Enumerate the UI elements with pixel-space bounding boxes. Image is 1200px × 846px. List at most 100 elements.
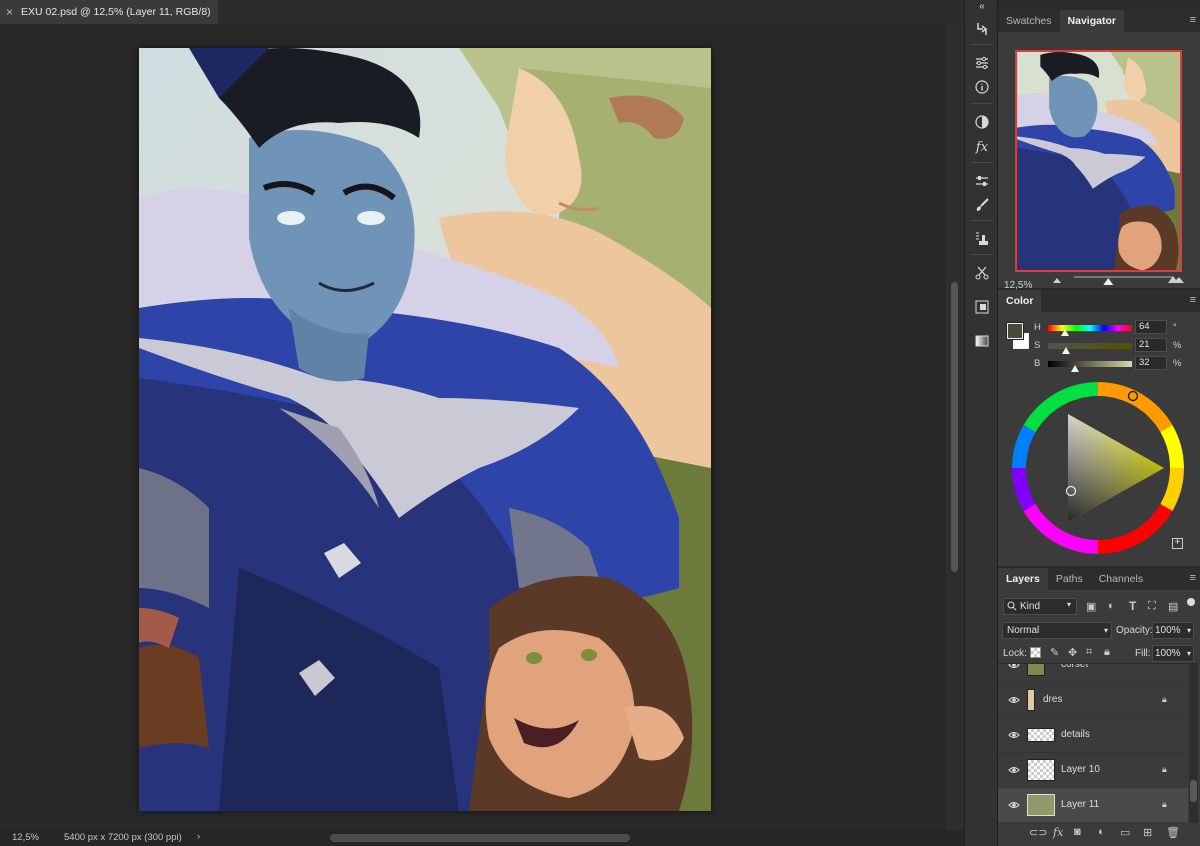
clone-source-icon[interactable] bbox=[972, 229, 992, 249]
opacity-input[interactable]: 100% ▾ bbox=[1152, 622, 1194, 639]
lock-label: Lock: bbox=[1003, 648, 1027, 659]
saturation-input[interactable]: 21 bbox=[1135, 338, 1167, 352]
hue-label: H bbox=[1034, 322, 1041, 333]
paths-icon[interactable] bbox=[972, 297, 992, 317]
foreground-color-swatch[interactable] bbox=[1006, 322, 1024, 340]
properties-icon[interactable] bbox=[972, 53, 992, 73]
tab-paths[interactable]: Paths bbox=[1048, 568, 1091, 590]
eye-icon[interactable] bbox=[1008, 694, 1020, 706]
chevron-down-icon: ▾ bbox=[1103, 626, 1108, 635]
layer-row-dres[interactable]: dres 🔒︎ bbox=[998, 682, 1188, 717]
filter-adjustment-icon[interactable]: ◐ bbox=[1108, 600, 1115, 612]
layers-list[interactable]: corset dres 🔒︎ details Layer 10 🔒︎ Layer… bbox=[998, 663, 1188, 823]
horizontal-scroll-thumb[interactable] bbox=[330, 834, 630, 842]
lock-transparent-icon[interactable] bbox=[1030, 647, 1041, 658]
navigator-menu-icon[interactable]: ≡ bbox=[1190, 14, 1196, 26]
tool-separator bbox=[971, 44, 993, 45]
layer-thumbnail bbox=[1027, 794, 1055, 816]
navigator-zoom-slider[interactable] bbox=[1050, 272, 1196, 288]
filter-smart-object-icon[interactable]: ▤ bbox=[1168, 600, 1178, 613]
saturation-marker[interactable] bbox=[1062, 347, 1070, 354]
brush-settings-icon[interactable] bbox=[972, 171, 992, 191]
saturation-label: S bbox=[1034, 340, 1041, 351]
filter-type-icon[interactable]: T bbox=[1129, 599, 1136, 613]
mask-icon[interactable]: ◙ bbox=[1074, 826, 1081, 838]
eye-icon[interactable] bbox=[1008, 729, 1020, 741]
lock-position-icon[interactable]: ✥ bbox=[1068, 646, 1077, 659]
layer-lock-icon: 🔒︎ bbox=[1162, 799, 1167, 809]
status-zoom[interactable]: 12,5% bbox=[12, 832, 39, 843]
brightness-label: B bbox=[1034, 358, 1041, 369]
styles-icon[interactable]: fx bbox=[972, 137, 992, 157]
blend-mode-select[interactable]: Normal ▾ bbox=[1002, 622, 1112, 639]
add-swatch-icon[interactable]: + bbox=[1172, 538, 1183, 549]
adjustment-layer-icon[interactable]: ◐ bbox=[1098, 826, 1105, 838]
gradients-icon[interactable] bbox=[972, 331, 992, 351]
hue-marker[interactable] bbox=[1061, 329, 1069, 336]
lock-artboard-icon[interactable]: ⌗ bbox=[1086, 646, 1092, 659]
eye-icon[interactable] bbox=[1008, 663, 1020, 671]
layer-name[interactable]: Layer 11 bbox=[1061, 799, 1099, 810]
status-menu-arrow-icon[interactable]: › bbox=[197, 831, 200, 842]
layer-name[interactable]: dres bbox=[1043, 694, 1062, 705]
scissors-icon[interactable] bbox=[972, 263, 992, 283]
hue-input[interactable]: 64 bbox=[1135, 320, 1167, 334]
link-icon[interactable]: ⊂⊃ bbox=[1029, 826, 1047, 839]
tab-color[interactable]: Color bbox=[998, 290, 1042, 312]
blend-mode-value: Normal bbox=[1007, 625, 1040, 636]
layer-row-layer-11[interactable]: Layer 11 🔒︎ bbox=[998, 787, 1188, 822]
layer-lock-icon: 🔒︎ bbox=[1162, 694, 1167, 704]
layer-name[interactable]: details bbox=[1061, 729, 1090, 740]
layers-menu-icon[interactable]: ≡ bbox=[1190, 572, 1196, 584]
layers-scroll-thumb[interactable] bbox=[1190, 780, 1197, 802]
history-icon[interactable] bbox=[972, 19, 992, 39]
new-layer-icon[interactable]: ⊞ bbox=[1143, 826, 1152, 839]
saturation-bar[interactable] bbox=[1048, 343, 1132, 349]
color-wheel[interactable] bbox=[1012, 382, 1184, 554]
navigator-panel-tabs: Swatches Navigator bbox=[998, 10, 1200, 32]
hue-slider[interactable]: H 64 ° bbox=[1034, 320, 1194, 336]
saturation-slider[interactable]: S 21 % bbox=[1034, 338, 1194, 354]
vertical-scroll-thumb[interactable] bbox=[951, 282, 958, 572]
info-icon[interactable] bbox=[972, 77, 992, 97]
panel-icon-strip: « fx bbox=[964, 0, 998, 846]
layer-row-details[interactable]: details bbox=[998, 717, 1188, 752]
navigator-panel: Swatches Navigator ≡ 12,5% bbox=[998, 10, 1200, 291]
brightness-marker[interactable] bbox=[1071, 365, 1079, 372]
fill-value: 100% bbox=[1155, 648, 1181, 659]
layer-name[interactable]: corset bbox=[1061, 664, 1088, 670]
brightness-input[interactable]: 32 bbox=[1135, 356, 1167, 370]
chevron-down-icon: ▾ bbox=[1186, 649, 1191, 658]
fill-input[interactable]: 100% ▾ bbox=[1152, 645, 1194, 662]
tab-navigator[interactable]: Navigator bbox=[1059, 10, 1124, 32]
eye-icon[interactable] bbox=[1008, 764, 1020, 776]
layer-name[interactable]: Layer 10 bbox=[1061, 764, 1100, 775]
color-menu-icon[interactable]: ≡ bbox=[1190, 294, 1196, 306]
layer-row-corset[interactable]: corset bbox=[998, 663, 1188, 682]
navigator-preview[interactable] bbox=[1015, 50, 1182, 272]
trash-icon[interactable]: 🗑︎ bbox=[1166, 826, 1180, 839]
layer-lock-icon: 🔒︎ bbox=[1162, 764, 1167, 774]
filter-toggle-icon[interactable] bbox=[1187, 598, 1195, 606]
lock-all-icon[interactable]: 🔒︎ bbox=[1104, 646, 1110, 659]
lock-image-icon[interactable]: ✎ bbox=[1050, 646, 1059, 659]
fx-icon[interactable]: fx bbox=[1053, 826, 1063, 839]
eye-icon[interactable] bbox=[1008, 799, 1020, 811]
tool-separator bbox=[971, 162, 993, 163]
brightness-bar[interactable] bbox=[1048, 361, 1132, 367]
tab-swatches[interactable]: Swatches bbox=[998, 10, 1060, 32]
tab-channels[interactable]: Channels bbox=[1091, 568, 1151, 590]
group-icon[interactable]: ▭ bbox=[1120, 826, 1130, 839]
layer-row-layer-10[interactable]: Layer 10 🔒︎ bbox=[998, 752, 1188, 787]
brightness-slider[interactable]: B 32 % bbox=[1034, 356, 1194, 372]
close-tab-icon[interactable]: × bbox=[6, 5, 13, 19]
layer-thumbnail bbox=[1027, 728, 1055, 742]
adjustments-icon[interactable] bbox=[972, 112, 992, 132]
brushes-icon[interactable] bbox=[972, 195, 992, 215]
artwork-canvas[interactable] bbox=[139, 48, 711, 811]
document-tab[interactable]: × EXU 02.psd @ 12,5% (Layer 11, RGB/8) bbox=[0, 0, 218, 24]
filter-pixel-icon[interactable]: ▣ bbox=[1086, 600, 1096, 613]
filter-shape-icon[interactable]: ⛶ bbox=[1148, 600, 1156, 613]
collapse-panels-icon[interactable]: « bbox=[972, 1, 992, 12]
tab-layers[interactable]: Layers bbox=[998, 568, 1048, 590]
